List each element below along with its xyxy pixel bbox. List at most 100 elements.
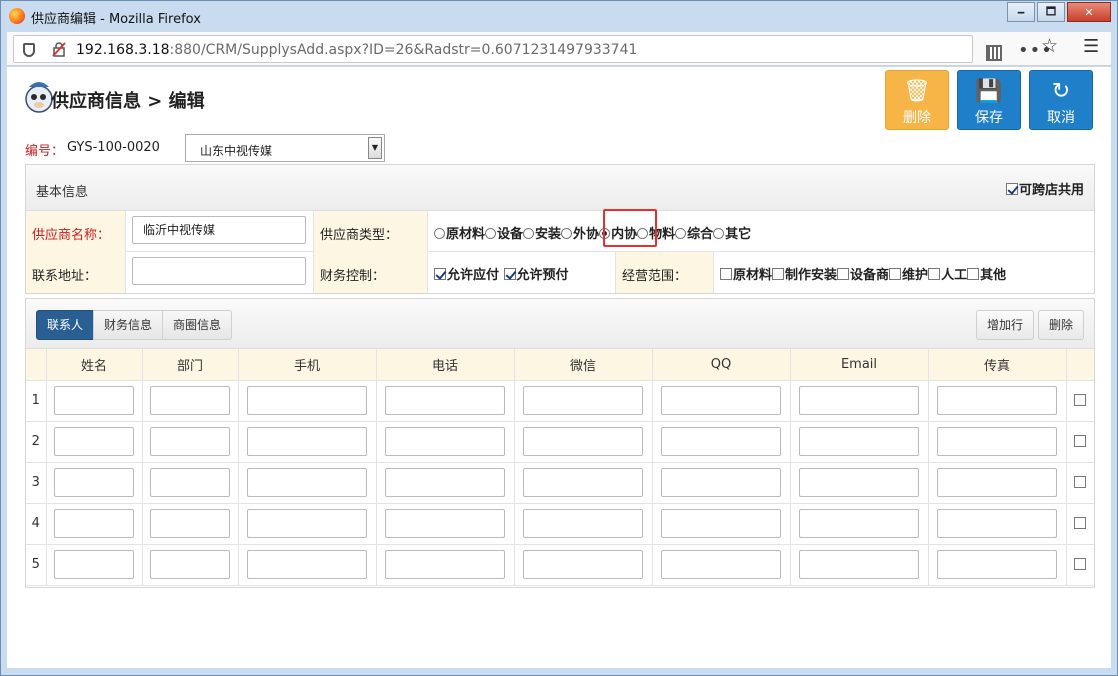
scope-option[interactable]: 其他 (967, 268, 1006, 283)
tab-finance-info[interactable]: 财务信息 (93, 310, 164, 340)
minimize-button[interactable]: 🗕 (1007, 2, 1035, 22)
mobile-input[interactable] (247, 386, 367, 415)
save-button[interactable]: 💾 保存 (957, 70, 1021, 130)
url-bar[interactable]: 192.168.3.18:880/CRM/SupplysAdd.aspx?ID=… (13, 35, 1052, 63)
mobile-input[interactable] (247, 550, 367, 579)
cross-share-checkbox[interactable]: 可跨店共用 (1005, 179, 1084, 198)
qq-input[interactable] (661, 386, 781, 415)
fax-input[interactable] (937, 386, 1057, 415)
supplier-type-option[interactable]: 外协 (561, 227, 599, 242)
fax-cell (928, 421, 1067, 463)
checkbox-icon[interactable] (720, 268, 732, 280)
row-select-checkbox[interactable] (1073, 475, 1086, 488)
wechat-input[interactable] (523, 427, 643, 456)
company-select[interactable]: 山东中视传媒 ▼ (185, 134, 385, 162)
supplier-type-option[interactable]: 其它 (713, 227, 751, 242)
fax-input[interactable] (937, 468, 1057, 497)
department-input[interactable] (150, 427, 230, 456)
hamburger-menu-icon[interactable]: ☰ (1083, 36, 1099, 57)
address-input[interactable] (132, 257, 306, 285)
name-input[interactable] (54, 509, 134, 538)
department-input[interactable] (150, 550, 230, 579)
tab-contacts[interactable]: 联系人 (36, 310, 95, 340)
checkbox-icon[interactable] (889, 268, 902, 280)
qr-code-icon[interactable] (986, 45, 1002, 61)
email-input[interactable] (799, 550, 919, 579)
supplier-type-option[interactable]: 综合 (675, 227, 713, 242)
radio-icon[interactable] (675, 228, 687, 239)
phone-input[interactable] (385, 550, 505, 579)
name-input[interactable] (54, 427, 134, 456)
radio-icon[interactable] (523, 228, 535, 239)
mobile-input[interactable] (247, 468, 367, 497)
tab-business-circle[interactable]: 商圈信息 (162, 310, 233, 340)
checkbox-checked-icon[interactable] (503, 268, 516, 280)
finance-option-prepay[interactable]: 允许预付 (503, 268, 569, 283)
radio-icon[interactable] (434, 228, 445, 239)
row-select-checkbox[interactable] (1073, 557, 1086, 570)
fax-input[interactable] (937, 509, 1057, 538)
wechat-input[interactable] (523, 386, 643, 415)
department-input[interactable] (150, 468, 230, 497)
checkbox-icon[interactable] (837, 268, 850, 280)
radio-icon[interactable] (485, 228, 497, 239)
email-input[interactable] (799, 509, 919, 538)
wechat-input[interactable] (523, 550, 643, 579)
scope-option[interactable]: 原材料 (720, 268, 772, 283)
qq-input[interactable] (661, 509, 781, 538)
checkbox-icon[interactable] (928, 268, 941, 280)
name-input[interactable] (54, 386, 134, 415)
name-input[interactable] (54, 468, 134, 497)
mobile-input[interactable] (247, 427, 367, 456)
radio-icon[interactable] (713, 228, 725, 239)
department-input[interactable] (150, 386, 230, 415)
cross-share-check-icon[interactable] (1005, 182, 1018, 195)
phone-input[interactable] (385, 386, 505, 415)
maximize-button[interactable]: 🗖 (1037, 2, 1065, 22)
mobile-input[interactable] (247, 509, 367, 538)
row-select-checkbox[interactable] (1073, 434, 1086, 447)
row-select-checkbox[interactable] (1073, 516, 1086, 529)
delete-button[interactable]: 🗑 删除 (885, 70, 949, 130)
close-window-button[interactable]: ✕ (1067, 2, 1111, 22)
add-row-button[interactable]: 增加行 (976, 310, 1035, 340)
finance-option-payable[interactable]: 允许应付 (434, 268, 499, 283)
insecure-lock-icon[interactable] (52, 42, 66, 57)
supplier-type-option[interactable]: 设备 (485, 227, 523, 242)
checkbox-icon[interactable] (772, 268, 785, 280)
scope-option[interactable]: 人工 (928, 268, 967, 283)
wechat-input[interactable] (523, 509, 643, 538)
shield-icon[interactable] (23, 43, 35, 57)
supplier-name-input[interactable]: 临沂中视传媒 (132, 216, 306, 244)
phone-input[interactable] (385, 468, 505, 497)
fax-input[interactable] (937, 550, 1057, 579)
qq-input[interactable] (661, 468, 781, 497)
url-text[interactable]: 192.168.3.18:880/CRM/SupplysAdd.aspx?ID=… (76, 42, 637, 58)
supplier-type-option[interactable]: 原材料 (434, 227, 485, 242)
bookmark-star-icon[interactable]: ☆ (1041, 35, 1058, 57)
scope-option[interactable]: 设备商 (837, 268, 889, 283)
name-input[interactable] (54, 550, 134, 579)
row-select-checkbox[interactable] (1073, 393, 1086, 406)
email-input[interactable] (799, 386, 919, 415)
chevron-down-icon[interactable]: ▼ (368, 137, 382, 159)
wechat-input[interactable] (523, 468, 643, 497)
phone-input[interactable] (385, 509, 505, 538)
delete-row-button[interactable]: 删除 (1038, 310, 1085, 340)
email-input[interactable] (799, 427, 919, 456)
scope-option[interactable]: 制作安装 (772, 268, 837, 283)
supplier-name-label-cell: 供应商名称： (26, 211, 126, 252)
qq-input[interactable] (661, 550, 781, 579)
email-input[interactable] (799, 468, 919, 497)
checkbox-icon[interactable] (967, 268, 980, 280)
department-input[interactable] (150, 509, 230, 538)
cancel-button[interactable]: ↻ 取消 (1029, 70, 1093, 130)
supplier-type-option[interactable]: 安装 (523, 227, 561, 242)
phone-input[interactable] (385, 427, 505, 456)
radio-icon[interactable] (561, 228, 573, 239)
checkbox-checked-icon[interactable] (434, 268, 446, 280)
qq-input[interactable] (661, 427, 781, 456)
scope-option[interactable]: 维护 (889, 268, 928, 283)
fax-input[interactable] (937, 427, 1057, 456)
qq-cell (652, 421, 791, 463)
